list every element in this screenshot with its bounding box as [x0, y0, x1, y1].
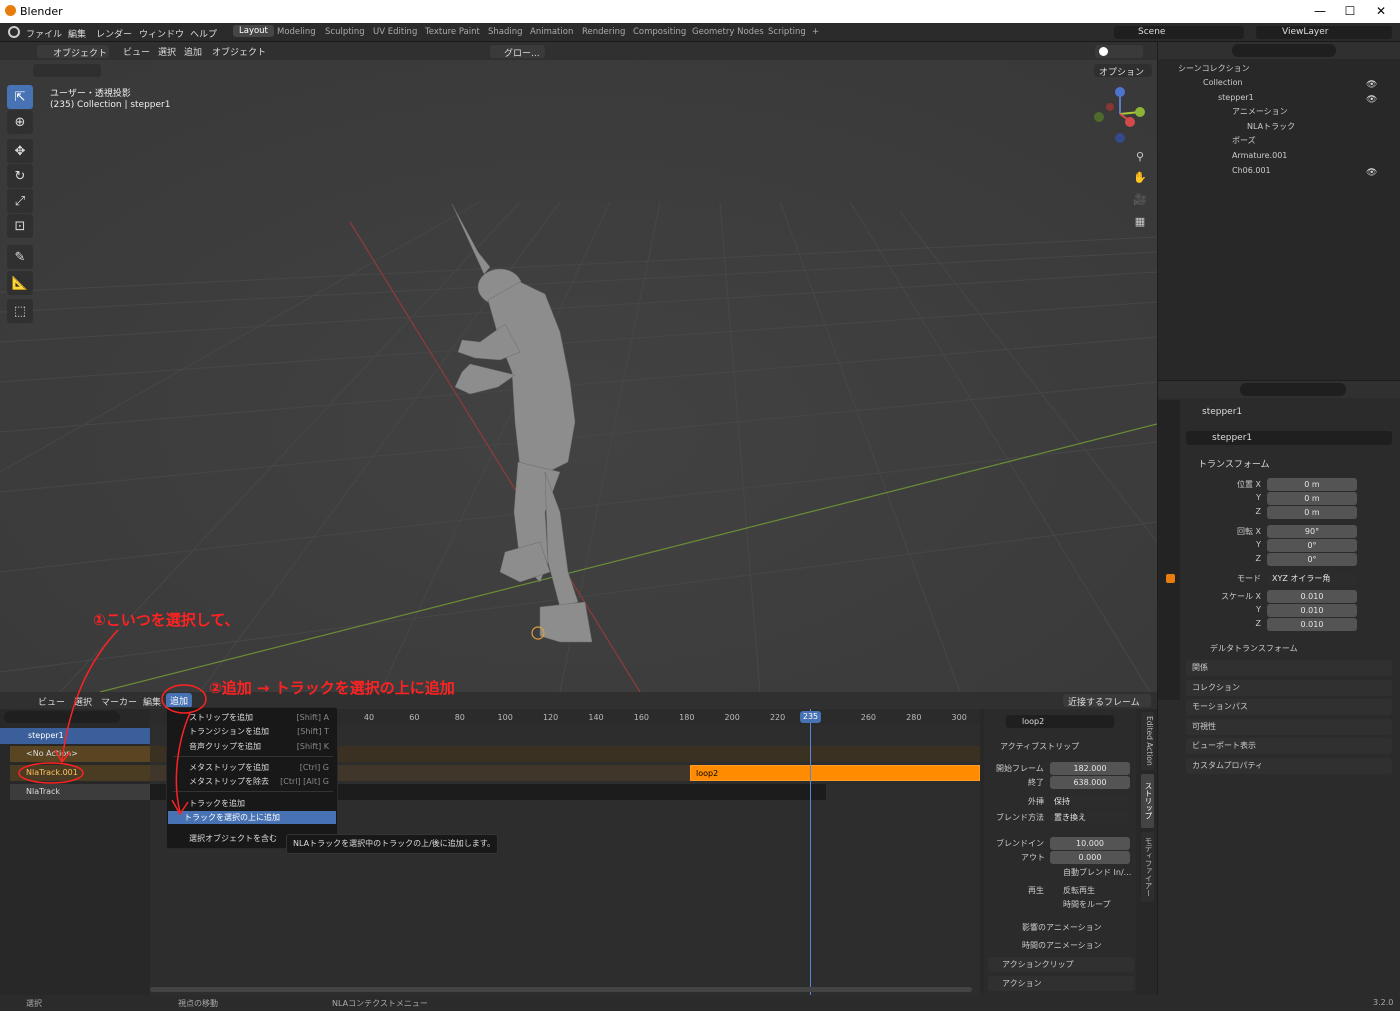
red-annotation-arrows: [18, 629, 207, 816]
status-bar: 選択 視点の移動 NLAコンテクストメニュー 3.2.0: [0, 995, 1400, 1011]
status-nla-menu: NLAコンテクストメニュー: [332, 999, 428, 1008]
annotation-step1: ①こいつを選択して、: [93, 611, 240, 629]
status-version: 3.2.0: [1373, 998, 1394, 1007]
annotation-step2: ②追加 → トラックを選択の上に追加: [209, 679, 455, 697]
status-move: 視点の移動: [178, 999, 218, 1008]
status-select: 選択: [26, 999, 42, 1008]
